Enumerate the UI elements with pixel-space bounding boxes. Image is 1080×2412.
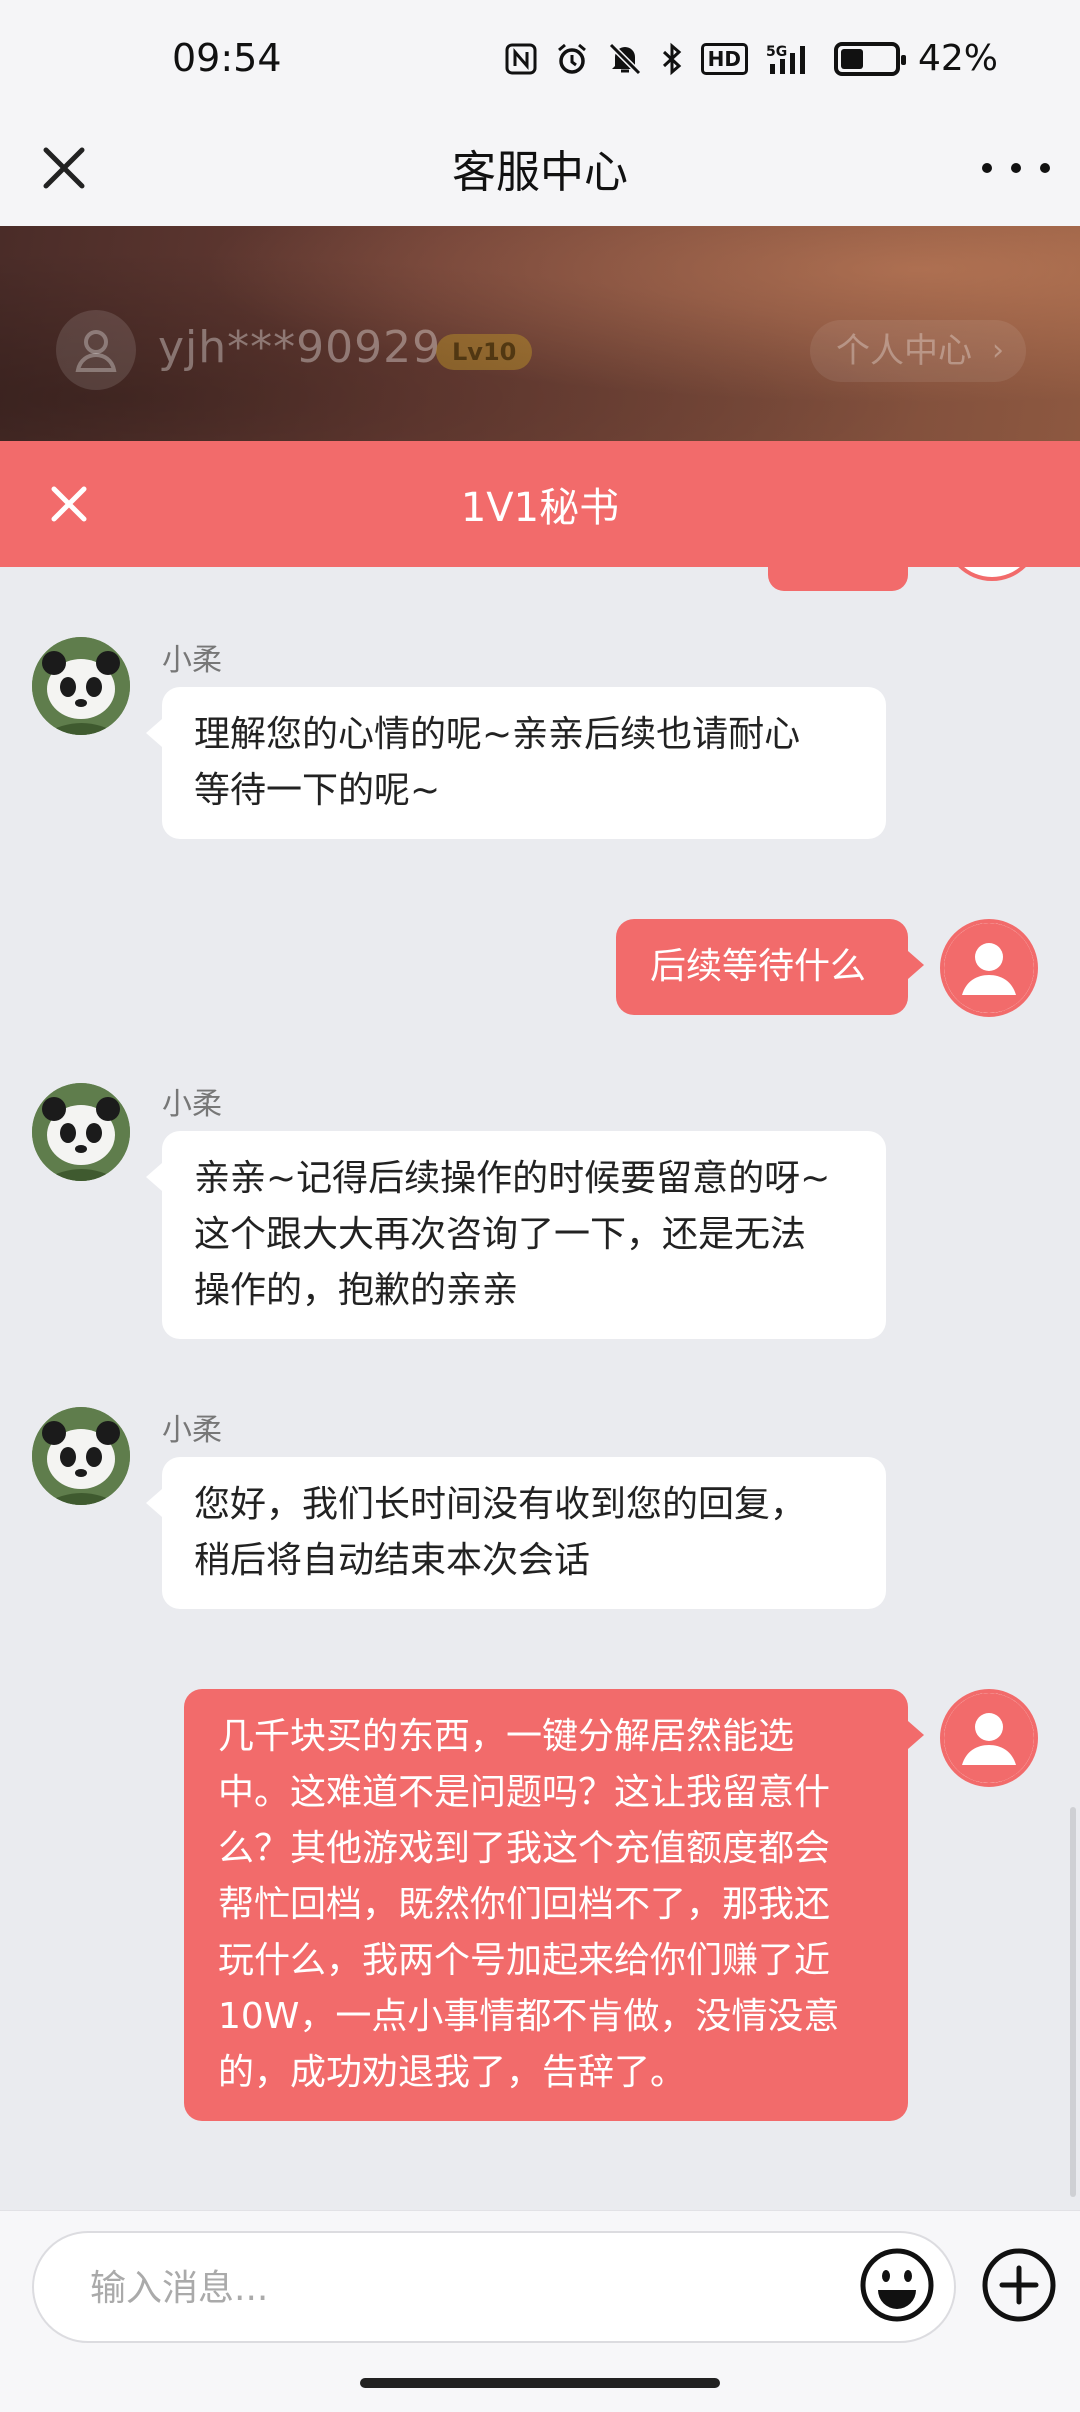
svg-text:5G: 5G [766, 44, 787, 60]
secretary-title: 1V1秘书 [460, 485, 620, 531]
message-bubble: 几千块买的东西，一键分解居然能选 中。这难道不是问题吗？这让我留意什 么？其他游… [184, 1689, 924, 2121]
personal-center-label: 个人中心 [836, 331, 972, 371]
message-bubble-partial [768, 567, 908, 591]
secretary-bar: 1V1秘书 [0, 441, 1080, 567]
message-line: 您好，我们长时间没有收到您的回复， [194, 1484, 807, 1525]
emoji-icon[interactable] [858, 2246, 936, 2324]
close-icon[interactable] [30, 134, 98, 202]
message-line: 等待一下的呢~ [194, 770, 441, 811]
status-bar: 09:54 HD 5G 42% [0, 0, 1080, 110]
user-avatar[interactable] [940, 1689, 1038, 1787]
page-title: 客服中心 [452, 147, 628, 198]
message-bubble: 您好，我们长时间没有收到您的回复， 稍后将自动结束本次会话 [146, 1457, 886, 1609]
hd-icon: HD [700, 42, 748, 75]
message-line: 几千块买的东西，一键分解居然能选 [218, 1716, 795, 1757]
message-line: 中。这难道不是问题吗？这让我留意什 [218, 1772, 831, 1813]
message-bubble: 理解您的心情的呢~亲亲后续也请耐心 等待一下的呢~ [146, 687, 886, 839]
message-line: 亲亲~记得后续操作的时候要留意的呀~ [194, 1158, 831, 1199]
bluetooth-icon [661, 42, 683, 76]
message-line: 10W，一点小事情都不肯做，没情没意 [218, 1996, 840, 2037]
profile-username: yjh***90929 [158, 322, 442, 373]
sender-name: 小柔 [162, 643, 222, 678]
battery-icon [833, 41, 906, 76]
user-avatar[interactable] [940, 919, 1038, 1017]
sender-name: 小柔 [162, 1087, 222, 1122]
message-line: 操作的，抱歉的亲亲 [194, 1270, 519, 1311]
add-icon[interactable] [980, 2246, 1058, 2324]
battery-percent: 42% [917, 38, 998, 79]
home-indicator[interactable] [360, 2378, 720, 2388]
message-input[interactable]: 输入消息... [32, 2231, 956, 2343]
user-avatar-partial [944, 567, 1040, 581]
level-badge: Lv10 [436, 334, 533, 370]
5g-signal-icon: 5G [766, 42, 816, 76]
chat-area[interactable]: 小柔 理解您的心情的呢~亲亲后续也请耐心 等待一下的呢~ 后续等待什么 小柔 亲… [0, 567, 1080, 2210]
status-time: 09:54 [172, 36, 282, 80]
more-icon[interactable] [982, 144, 1050, 192]
message-line: 稍后将自动结束本次会话 [194, 1540, 591, 1581]
nav-bar: 客服中心 [0, 110, 1080, 226]
status-icons: HD 5G 42% [505, 38, 998, 79]
nfc-icon [505, 43, 537, 75]
user-avatar-icon[interactable] [56, 310, 136, 390]
message-line: 这个跟大大再次咨询了一下，还是无法 [194, 1214, 807, 1255]
agent-avatar[interactable] [32, 1083, 130, 1181]
profile-banner: yjh***90929 Lv10 个人中心 › [0, 226, 1080, 441]
secretary-close-icon[interactable] [44, 479, 94, 529]
battery-fill [840, 48, 863, 69]
message-line: 么？其他游戏到了我这个充值额度都会 [218, 1828, 831, 1869]
agent-avatar[interactable] [32, 1407, 130, 1505]
message-line: 后续等待什么 [650, 946, 867, 987]
alarm-icon [555, 42, 589, 76]
message-bubble: 后续等待什么 [616, 919, 924, 1015]
chevron-right-icon: › [992, 333, 1004, 368]
message-line: 理解您的心情的呢~亲亲后续也请耐心 [194, 714, 801, 755]
agent-avatar[interactable] [32, 637, 130, 735]
message-line: 玩什么，我两个号加起来给你们赚了近 [218, 1940, 831, 1981]
sender-name: 小柔 [162, 1413, 222, 1448]
mute-icon [607, 42, 643, 76]
chat-scrollbar[interactable] [1070, 1807, 1076, 2197]
personal-center-button[interactable]: 个人中心 › [810, 320, 1026, 382]
message-line: 的，成功劝退我了，告辞了。 [218, 2052, 687, 2093]
message-input-placeholder: 输入消息... [90, 2268, 269, 2309]
message-bubble: 亲亲~记得后续操作的时候要留意的呀~ 这个跟大大再次咨询了一下，还是无法 操作的… [146, 1131, 886, 1339]
message-line: 帮忙回档，既然你们回档不了，那我还 [218, 1884, 831, 1925]
